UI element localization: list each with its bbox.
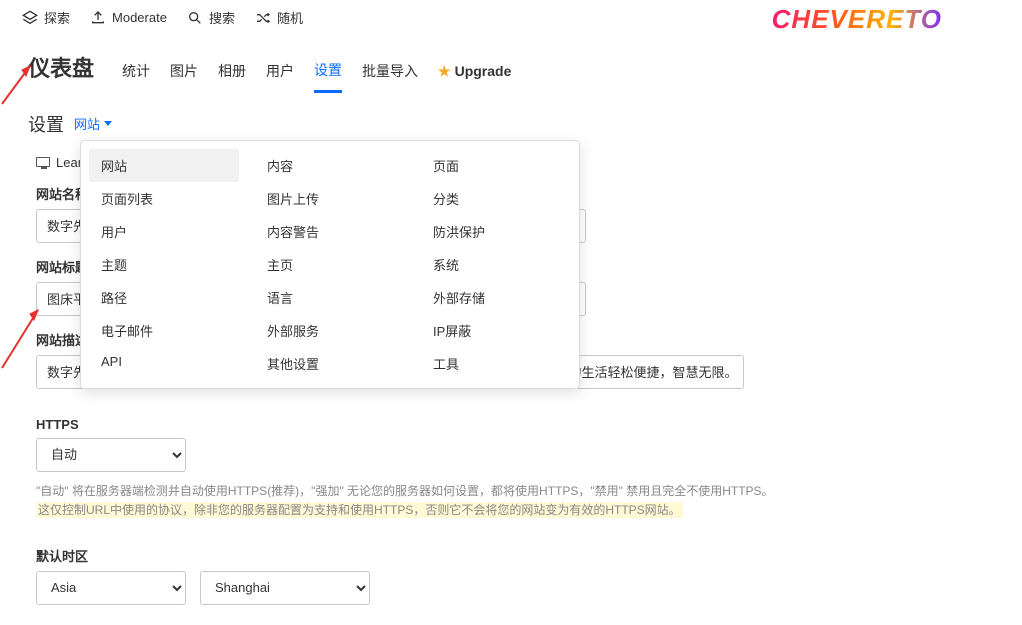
menu-item-categories[interactable]: 分类 (421, 182, 571, 215)
settings-section-menu: 网站 页面列表 用户 主题 路径 电子邮件 API 内容 图片上传 内容警告 主… (80, 140, 580, 389)
menu-item-user[interactable]: 用户 (89, 215, 239, 248)
menu-item-external-services[interactable]: 外部服务 (255, 314, 405, 347)
menu-item-system[interactable]: 系统 (421, 248, 571, 281)
settings-heading: 设置 (28, 111, 64, 137)
menu-item-content[interactable]: 内容 (255, 149, 405, 182)
tab-bulk[interactable]: 批量导入 (362, 61, 418, 91)
timezone-city-select[interactable]: Shanghai (200, 571, 370, 605)
stack-icon (22, 10, 38, 26)
https-note2: 这仅控制URL中使用的协议，除非您的服务器配置为支持和使用HTTPS，否则它不会… (36, 502, 683, 518)
nav-random[interactable]: 随机 (255, 8, 303, 27)
https-select[interactable]: 自动 (36, 438, 186, 472)
timezone-region-select[interactable]: Asia (36, 571, 186, 605)
menu-item-language[interactable]: 语言 (255, 281, 405, 314)
tab-stats[interactable]: 统计 (122, 61, 150, 91)
menu-item-website[interactable]: 网站 (89, 149, 239, 182)
menu-item-pages[interactable]: 页面 (421, 149, 571, 182)
menu-item-email[interactable]: 电子邮件 (89, 314, 239, 347)
tab-settings[interactable]: 设置 (314, 60, 342, 93)
nav-search[interactable]: 搜索 (187, 8, 235, 27)
menu-item-ip-block[interactable]: IP屏蔽 (421, 314, 571, 347)
menu-item-flood[interactable]: 防洪保护 (421, 215, 571, 248)
tab-albums[interactable]: 相册 (218, 61, 246, 91)
menu-item-external-storage[interactable]: 外部存储 (421, 281, 571, 314)
menu-item-pagelist[interactable]: 页面列表 (89, 182, 239, 215)
menu-item-api[interactable]: API (89, 347, 239, 376)
tab-images[interactable]: 图片 (170, 61, 198, 91)
menu-item-content-warning[interactable]: 内容警告 (255, 215, 405, 248)
tab-upgrade-label: Upgrade (455, 63, 512, 79)
settings-section-label: 网站 (74, 114, 100, 133)
dashboard-title: 仪表盘 (28, 51, 94, 83)
menu-item-path[interactable]: 路径 (89, 281, 239, 314)
menu-item-image-upload[interactable]: 图片上传 (255, 182, 405, 215)
menu-item-homepage[interactable]: 主页 (255, 248, 405, 281)
tab-upgrade[interactable]: ★ Upgrade (438, 63, 511, 90)
shuffle-icon (255, 10, 271, 26)
upload-icon (90, 10, 106, 26)
tab-users[interactable]: 用户 (266, 61, 294, 91)
nav-moderate[interactable]: Moderate (90, 10, 167, 26)
search-icon (187, 10, 203, 26)
star-icon: ★ (438, 63, 451, 80)
menu-item-theme[interactable]: 主题 (89, 248, 239, 281)
nav-explore[interactable]: 探索 (22, 8, 70, 27)
nav-moderate-label: Moderate (112, 10, 167, 25)
https-label: HTTPS (36, 417, 994, 432)
menu-item-other[interactable]: 其他设置 (255, 347, 405, 380)
nav-random-label: 随机 (277, 8, 303, 27)
caret-down-icon (104, 121, 112, 126)
timezone-label: 默认时区 (36, 546, 994, 565)
nav-explore-label: 探索 (44, 8, 70, 27)
nav-search-label: 搜索 (209, 8, 235, 27)
menu-item-tools[interactable]: 工具 (421, 347, 571, 380)
monitor-icon (36, 157, 50, 167)
settings-section-dropdown[interactable]: 网站 (74, 114, 112, 133)
brand-logo: CHEVERETO (772, 4, 942, 35)
https-note1: "自动" 将在服务器端检测并自动使用HTTPS(推荐)，"强加" 无论您的服务器… (36, 484, 774, 498)
